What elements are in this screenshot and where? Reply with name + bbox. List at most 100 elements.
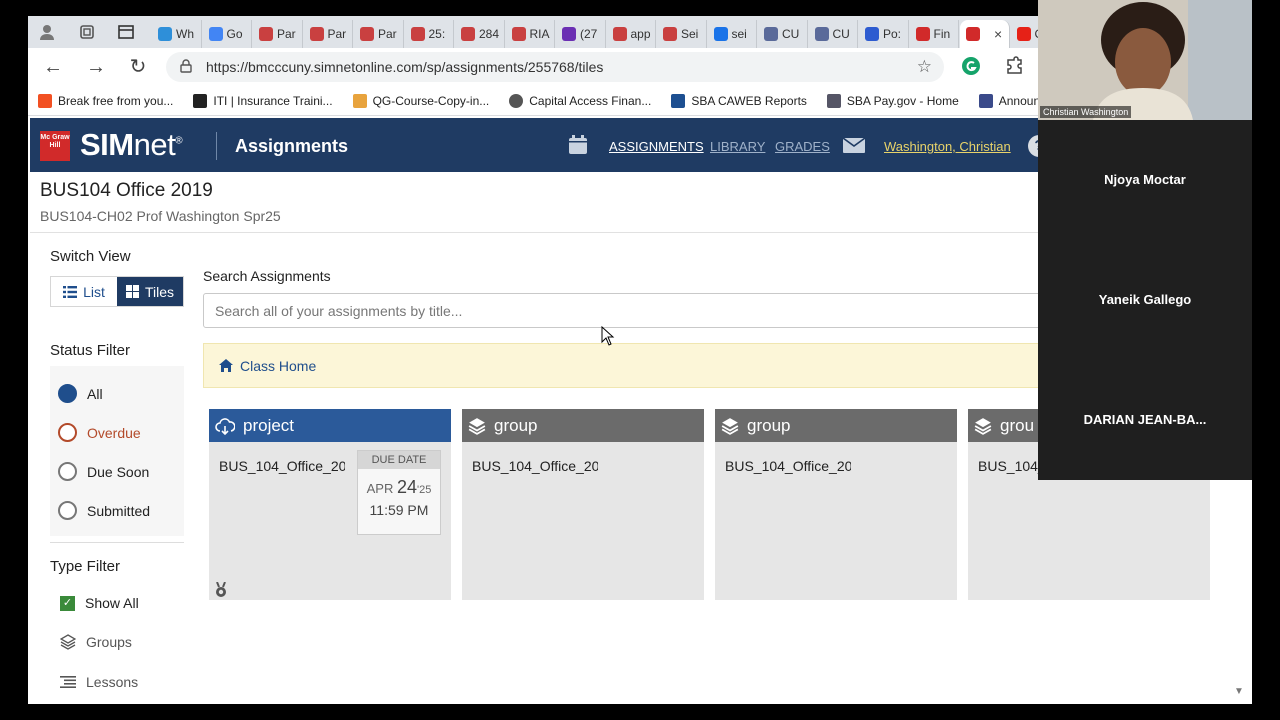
type-filter-heading: Type Filter [50,558,121,575]
assignment-tile-project[interactable]: project BUS_104_Office_20 DUE DATE APR 2… [209,409,451,600]
home-icon [219,359,233,372]
tab-label: Par [277,27,296,41]
browser-tab[interactable]: 284 [455,20,505,48]
radio-overdue[interactable] [58,423,77,442]
tiles-view-button[interactable]: Tiles [117,277,183,306]
browser-tab[interactable]: Fin [910,20,959,48]
type-groups-label: Groups [86,634,132,650]
browser-tab[interactable]: Par [354,20,404,48]
calendar-icon[interactable] [568,135,588,155]
status-all[interactable]: All [58,384,103,403]
status-overdue[interactable]: Overdue [58,423,141,442]
tab-favicon-icon [865,27,879,41]
radio-all[interactable] [58,384,77,403]
bookmark-label: SBA CAWEB Reports [691,93,807,108]
due-month: APR [366,481,394,496]
status-overdue-label: Overdue [87,424,141,441]
tile-name[interactable]: BUS_104_Office_20 [472,458,598,474]
bookmark-item[interactable]: SBA Pay.gov - Home [826,93,959,108]
view-toggle: List Tiles [50,276,184,307]
type-show-all[interactable]: ✓ Show All [60,595,139,611]
tile-name[interactable]: BUS_104_Office_20 [219,458,345,474]
user-menu-link[interactable]: Washington, Christian [884,139,1011,154]
extensions-icon[interactable] [1003,56,1025,78]
tab-close-icon[interactable]: × [994,26,1002,42]
browser-tab[interactable]: app [607,20,656,48]
due-date: APR 24'25 [358,477,440,498]
tab-label: Go [226,27,243,41]
browser-tab[interactable]: sei [708,20,757,48]
layers-icon [468,417,486,435]
tab-label: Par [327,27,347,41]
list-view-label: List [83,283,105,300]
url-text[interactable]: https://bmcccuny.simnetonline.com/sp/ass… [206,59,603,75]
reload-icon[interactable]: ↻ [127,56,149,78]
bookmark-label: Capital Access Finan... [529,93,652,108]
mcgraw-hill-logo[interactable]: Mc Graw Hill [40,131,70,161]
bookmark-item[interactable]: QG-Course-Copy-in... [352,93,489,108]
browser-tab[interactable]: × [960,20,1010,48]
medal-icon [213,581,229,598]
browser-tab[interactable]: 25: [405,20,454,48]
status-filter-heading: Status Filter [50,342,131,359]
browser-tab[interactable]: RIA [506,20,555,48]
grammarly-icon[interactable] [960,56,982,78]
nav-assignments[interactable]: ASSIGNMENTS [609,139,704,154]
browser-tab[interactable]: Sei [657,20,707,48]
browser-tab[interactable]: Par [304,20,353,48]
participant-name: DARIAN JEAN-BA... [1083,412,1207,427]
status-due-soon-label: Due Soon [87,463,150,480]
participant-name: Yaneik Gallego [1098,292,1192,307]
simnet-brand[interactable]: SIMnet® [80,127,183,163]
project-cloud-icon [215,417,235,435]
course-title: BUS104 Office 2019 [40,180,213,201]
tab-favicon-icon [663,27,677,41]
tab-favicon-icon [410,27,425,41]
browser-tab[interactable]: Go [203,20,252,48]
radio-due-soon[interactable] [58,462,77,481]
scroll-down-arrow-icon[interactable]: ▼ [1234,686,1244,697]
browser-tab[interactable]: (27 [556,20,606,48]
tab-favicon-icon [814,27,829,41]
search-input[interactable] [203,293,1053,328]
back-icon[interactable]: ← [42,56,64,78]
radio-submitted[interactable] [58,501,77,520]
bookmark-item[interactable]: Capital Access Finan... [509,93,652,108]
assignment-tile-group[interactable]: group BUS_104_Office_20 [715,409,957,600]
list-view-button[interactable]: List [51,277,117,306]
tab-label: Par [378,27,397,41]
nav-grades[interactable]: GRADES [775,139,830,154]
class-home-link[interactable]: Class Home [203,343,1053,388]
nav-library[interactable]: LIBRARY [710,139,765,154]
status-due-soon[interactable]: Due Soon [58,462,149,481]
bookmark-item[interactable]: ITI | Insurance Traini... [193,93,333,108]
type-groups[interactable]: Groups [60,634,132,650]
browser-tab[interactable]: Wh [152,20,202,48]
tab-search-icon[interactable] [117,23,135,41]
sidebar-divider [50,542,184,543]
profile-icon[interactable] [38,23,56,41]
bookmark-item[interactable]: SBA CAWEB Reports [671,93,807,108]
tab-groups-icon[interactable] [78,23,96,41]
bookmark-label: ITI | Insurance Traini... [213,93,333,108]
browser-tab[interactable]: CU [809,20,858,48]
status-submitted[interactable]: Submitted [58,501,150,520]
browser-tab[interactable]: Po: [859,20,909,48]
tab-favicon-icon [562,27,576,41]
address-bar[interactable]: https://bmcccuny.simnetonline.com/sp/ass… [166,52,944,82]
checkbox-show-all[interactable]: ✓ [60,595,75,611]
browser-tab[interactable]: CU [758,20,808,48]
tab-label: Po: [883,27,902,41]
bookmark-item[interactable]: Break free from you... [38,93,173,108]
browser-tab[interactable]: Par [253,20,303,48]
assignment-tile-group[interactable]: group BUS_104_Office_20 [462,409,704,600]
presenter-video: Christian Washington [1038,0,1252,120]
bookmark-star-icon[interactable]: ☆ [917,57,932,77]
tab-label: Fin [933,27,951,41]
site-info-icon[interactable] [180,58,194,76]
presenter-avatar [1038,0,1252,120]
forward-icon[interactable]: → [85,56,107,78]
type-lessons[interactable]: Lessons [60,674,138,690]
tile-name[interactable]: BUS_104_Office_20 [725,458,851,474]
mail-icon[interactable] [842,137,866,153]
